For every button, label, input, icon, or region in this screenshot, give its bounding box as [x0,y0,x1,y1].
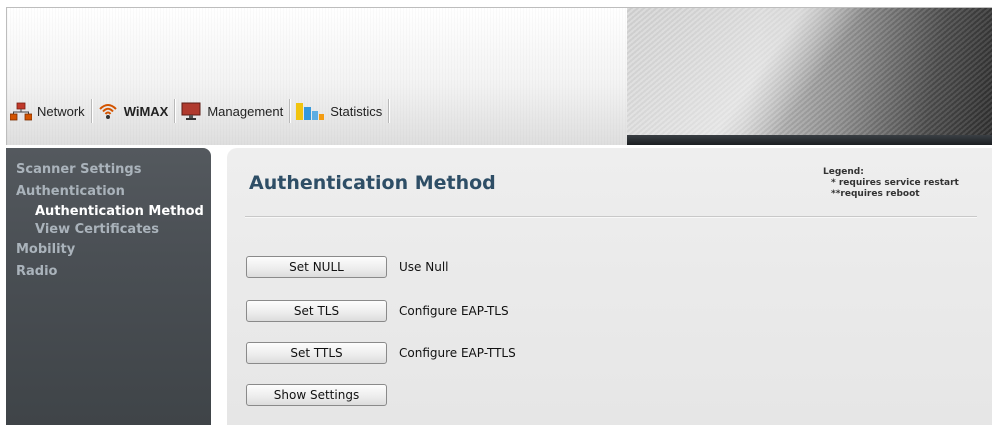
set-ttls-button[interactable]: Set TTLS [246,342,387,364]
tab-label: Network [37,103,85,119]
sidebar-menu: Scanner Settings Authentication Authenti… [6,148,211,283]
title-divider [245,216,977,218]
set-tls-description: Configure EAP-TLS [399,304,509,318]
monitor-icon [180,101,202,121]
action-row-null: Set NULL Use Null [246,256,448,278]
network-icon [9,101,33,121]
main-panel: Authentication Method Legend: * requires… [227,148,992,425]
sidebar-item-radio[interactable]: Radio [16,261,211,283]
legend-reboot-mark: ** [831,189,841,199]
sidebar-item-mobility[interactable]: Mobility [16,239,211,261]
tab-divider [388,99,391,123]
tab-management[interactable]: Management [176,98,289,124]
wimax-signal-icon [97,101,119,121]
sidebar-item-scanner-settings[interactable]: Scanner Settings [16,159,211,181]
sidebar-item-view-certificates[interactable]: View Certificates [16,221,211,239]
legend-restart: * requires service restart [823,178,959,189]
sidebar-item-authentication[interactable]: Authentication [16,181,211,203]
top-nav-tabs: Network WiMAX Management Statistics [6,96,391,126]
set-ttls-description: Configure EAP-TTLS [399,346,516,360]
tab-label: WiMAX [123,103,169,119]
tab-label: Management [207,103,284,119]
tab-label: Statistics [330,103,383,119]
tab-network[interactable]: Network [6,98,91,124]
legend: Legend: * requires service restart **req… [823,167,959,200]
set-null-description: Use Null [399,260,449,274]
page-title: Authentication Method [249,172,496,194]
action-row-tls: Set TLS Configure EAP-TLS [246,300,509,322]
set-tls-button[interactable]: Set TLS [246,300,387,322]
tab-statistics[interactable]: Statistics [291,98,388,124]
legend-restart-text: requires service restart [838,178,959,188]
header-graphic [627,8,992,145]
bar-chart-icon [295,101,325,121]
tab-wimax[interactable]: WiMAX [93,98,175,124]
action-row-show-settings: Show Settings [246,384,387,406]
sidebar-item-authentication-method[interactable]: Authentication Method [16,203,211,221]
legend-reboot-text: requires reboot [840,189,920,199]
action-row-ttls: Set TTLS Configure EAP-TTLS [246,342,516,364]
legend-heading: Legend: [823,167,864,177]
legend-reboot: **requires reboot [823,189,959,200]
show-settings-button[interactable]: Show Settings [246,384,387,406]
legend-restart-mark: * [831,178,836,188]
sidebar: Scanner Settings Authentication Authenti… [6,148,211,425]
set-null-button[interactable]: Set NULL [246,256,387,278]
